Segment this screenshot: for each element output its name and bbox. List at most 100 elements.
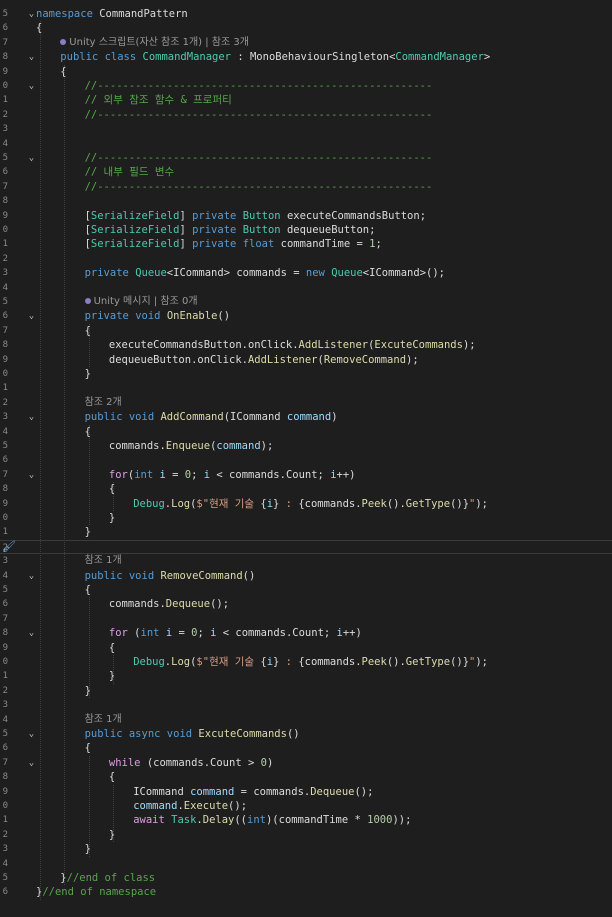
code-line[interactable]: 6 ⌄ private void OnEnable() bbox=[0, 309, 612, 323]
line-number: 7 bbox=[2, 469, 8, 480]
code-line[interactable]: 0} bbox=[0, 511, 612, 525]
code-line[interactable]: 3 bbox=[0, 698, 612, 712]
code-line[interactable]: 0} bbox=[0, 367, 612, 381]
fold-chevron-icon[interactable]: ⌄ bbox=[27, 309, 36, 323]
code-line[interactable]: 5}//end of class bbox=[0, 871, 612, 885]
code-line[interactable]: 8 ⌄ public class CommandManager : MonoBeha… bbox=[0, 50, 612, 64]
code-line[interactable]: 6{ bbox=[0, 21, 612, 35]
code-token: //--------------------------------------… bbox=[84, 80, 433, 92]
code-line[interactable]: 1} bbox=[0, 525, 612, 539]
fold-chevron-icon[interactable]: ⌄ bbox=[27, 727, 36, 741]
code-line[interactable]: 0 command.Execute(); bbox=[0, 799, 612, 813]
codelens-line[interactable]: 3 참조 1개 bbox=[0, 554, 612, 568]
code-line[interactable]: 4{ bbox=[0, 425, 612, 439]
line-number: 7 bbox=[2, 181, 8, 192]
line-number: 3 bbox=[2, 124, 8, 135]
code-token: Debug bbox=[133, 497, 165, 510]
fold-chevron-icon[interactable]: ⌄ bbox=[27, 468, 36, 482]
code-line[interactable]: 1 [SerializeField] private float commandT… bbox=[0, 237, 612, 251]
code-line[interactable]: 9 ICommand command = commands.Dequeue(); bbox=[0, 785, 612, 799]
code-line[interactable]: 1 await Task.Delay((int)(commandTime * 10… bbox=[0, 813, 612, 827]
code-line[interactable]: 2} bbox=[0, 684, 612, 698]
code-line[interactable]: 6 commands.Dequeue(); bbox=[0, 597, 612, 611]
codelens-line[interactable]: 5 Unity 메시지 | 참조 0개 bbox=[0, 295, 612, 309]
code-line[interactable]: 2 bbox=[0, 539, 612, 555]
codelens-line[interactable]: 4 참조 1개 bbox=[0, 713, 612, 727]
code-line[interactable]: 9 dequeueButton.onClick.AddListener(Remov… bbox=[0, 353, 612, 367]
code-token: ) bbox=[331, 411, 338, 424]
fold-chevron-icon[interactable]: ⌄ bbox=[27, 50, 36, 64]
codelens-info[interactable]: 참조 1개 bbox=[85, 554, 122, 568]
code-line[interactable]: 5 ⌄ namespace CommandPattern bbox=[0, 7, 612, 21]
fold-chevron-icon[interactable]: ⌄ bbox=[27, 410, 36, 424]
code-line[interactable]: 4 bbox=[0, 281, 612, 295]
fold-chevron-icon[interactable]: ⌄ bbox=[27, 756, 36, 770]
code-line[interactable]: 4 ⌄ public void RemoveCommand() bbox=[0, 569, 612, 583]
code-line[interactable]: 6 bbox=[0, 453, 612, 467]
code-line[interactable]: 5 ⌄ //------------------------------------… bbox=[0, 151, 612, 165]
line-number: 0 bbox=[2, 801, 8, 811]
code-text: // 내부 필드 변수 bbox=[85, 165, 175, 179]
code-line[interactable]: 3 bbox=[0, 122, 612, 136]
code-line[interactable]: 5 commands.Enqueue(command); bbox=[0, 439, 612, 453]
code-line[interactable]: 3 ⌄ public void AddCommand(ICommand comman… bbox=[0, 410, 612, 424]
codelens-info[interactable]: Unity 스크립트(자산 참조 1개) | 참조 3개 bbox=[60, 36, 249, 50]
code-line[interactable]: 6 // 내부 필드 변수 bbox=[0, 165, 612, 179]
code-line[interactable]: 7{ bbox=[0, 324, 612, 338]
code-line[interactable]: 3} bbox=[0, 842, 612, 856]
codelens-info[interactable]: 참조 1개 bbox=[85, 713, 122, 727]
code-token: void bbox=[128, 411, 155, 424]
code-line[interactable]: 2} bbox=[0, 828, 612, 842]
code-line[interactable]: 9 Debug.Log($"현재 기술 {i} : {commands.Peek(… bbox=[0, 497, 612, 511]
code-token: ] bbox=[179, 209, 193, 222]
code-line[interactable]: 1 // 외부 참조 함수 & 프로퍼티 bbox=[0, 93, 612, 107]
code-line[interactable]: 2 //-------------------------------------… bbox=[0, 108, 612, 122]
code-token: } bbox=[108, 670, 116, 683]
code-line[interactable]: 7 ⌄ for(int i = 0; i < commands.Count; i++… bbox=[0, 468, 612, 482]
code-line[interactable]: 0 ⌄ //------------------------------------… bbox=[0, 79, 612, 93]
code-line[interactable]: 7 //-------------------------------------… bbox=[0, 180, 612, 194]
code-line[interactable]: 8 ⌄ for (int i = 0; i < commands.Count; i+… bbox=[0, 626, 612, 640]
code-token: float bbox=[242, 238, 275, 251]
code-token: { bbox=[84, 425, 91, 438]
code-line[interactable]: 8 executeCommandsButton.onClick.AddListen… bbox=[0, 338, 612, 352]
code-line[interactable]: 8{ bbox=[0, 482, 612, 496]
quick-action-brush-icon[interactable]: 🖌 bbox=[2, 540, 18, 554]
code-line[interactable]: 8 bbox=[0, 194, 612, 208]
codelens-info[interactable]: 참조 2개 bbox=[85, 396, 122, 410]
code-line[interactable]: 6}//end of namespace bbox=[0, 885, 612, 899]
code-line[interactable]: 9{ bbox=[0, 641, 612, 655]
code-line[interactable]: 4 bbox=[0, 857, 612, 871]
code-token: GetType bbox=[405, 497, 451, 510]
code-line[interactable]: 3 private Queue<ICommand> commands = new … bbox=[0, 266, 612, 280]
codelens-line[interactable]: 2 참조 2개 bbox=[0, 396, 612, 410]
code-token: ); bbox=[475, 656, 489, 668]
line-number: 3 bbox=[2, 700, 8, 711]
code-line[interactable]: 1} bbox=[0, 669, 612, 683]
codelens-line[interactable]: 7 Unity 스크립트(자산 참조 1개) | 참조 3개 bbox=[0, 36, 612, 50]
code-line[interactable]: 5 ⌄ public async void ExcuteCommands() bbox=[0, 727, 612, 741]
code-line[interactable]: 1 bbox=[0, 381, 612, 395]
code-editor[interactable]: 5 ⌄ namespace CommandPattern 6{7 Unity 스크립트(… bbox=[0, 0, 612, 917]
code-line[interactable]: 8{ bbox=[0, 770, 612, 784]
code-line[interactable]: 9{ bbox=[0, 65, 612, 79]
code-text: } bbox=[109, 511, 115, 525]
code-token: command bbox=[133, 800, 178, 812]
code-line[interactable]: 5{ bbox=[0, 583, 612, 597]
line-number: 6 bbox=[2, 455, 8, 466]
fold-chevron-icon[interactable]: ⌄ bbox=[27, 569, 36, 583]
fold-chevron-icon[interactable]: ⌄ bbox=[27, 626, 36, 640]
fold-chevron-icon[interactable]: ⌄ bbox=[27, 79, 36, 93]
code-line[interactable]: 7 bbox=[0, 612, 612, 626]
code-line[interactable]: 2 bbox=[0, 252, 612, 266]
code-line[interactable]: 4 bbox=[0, 137, 612, 151]
fold-chevron-icon[interactable]: ⌄ bbox=[27, 151, 36, 165]
code-line[interactable]: 9 [SerializeField] private Button execute… bbox=[0, 209, 612, 223]
fold-chevron-icon[interactable]: ⌄ bbox=[27, 7, 36, 21]
code-line[interactable]: 6{ bbox=[0, 741, 612, 755]
code-line[interactable]: 7 ⌄ while (commands.Count > 0) bbox=[0, 756, 612, 770]
code-line[interactable]: 0 [SerializeField] private Button dequeue… bbox=[0, 223, 612, 237]
codelens-info[interactable]: Unity 메시지 | 참조 0개 bbox=[84, 295, 198, 309]
code-line[interactable]: 0 Debug.Log($"현재 기술 {i} : {commands.Peek(… bbox=[0, 655, 612, 669]
code-token: command bbox=[286, 411, 332, 424]
